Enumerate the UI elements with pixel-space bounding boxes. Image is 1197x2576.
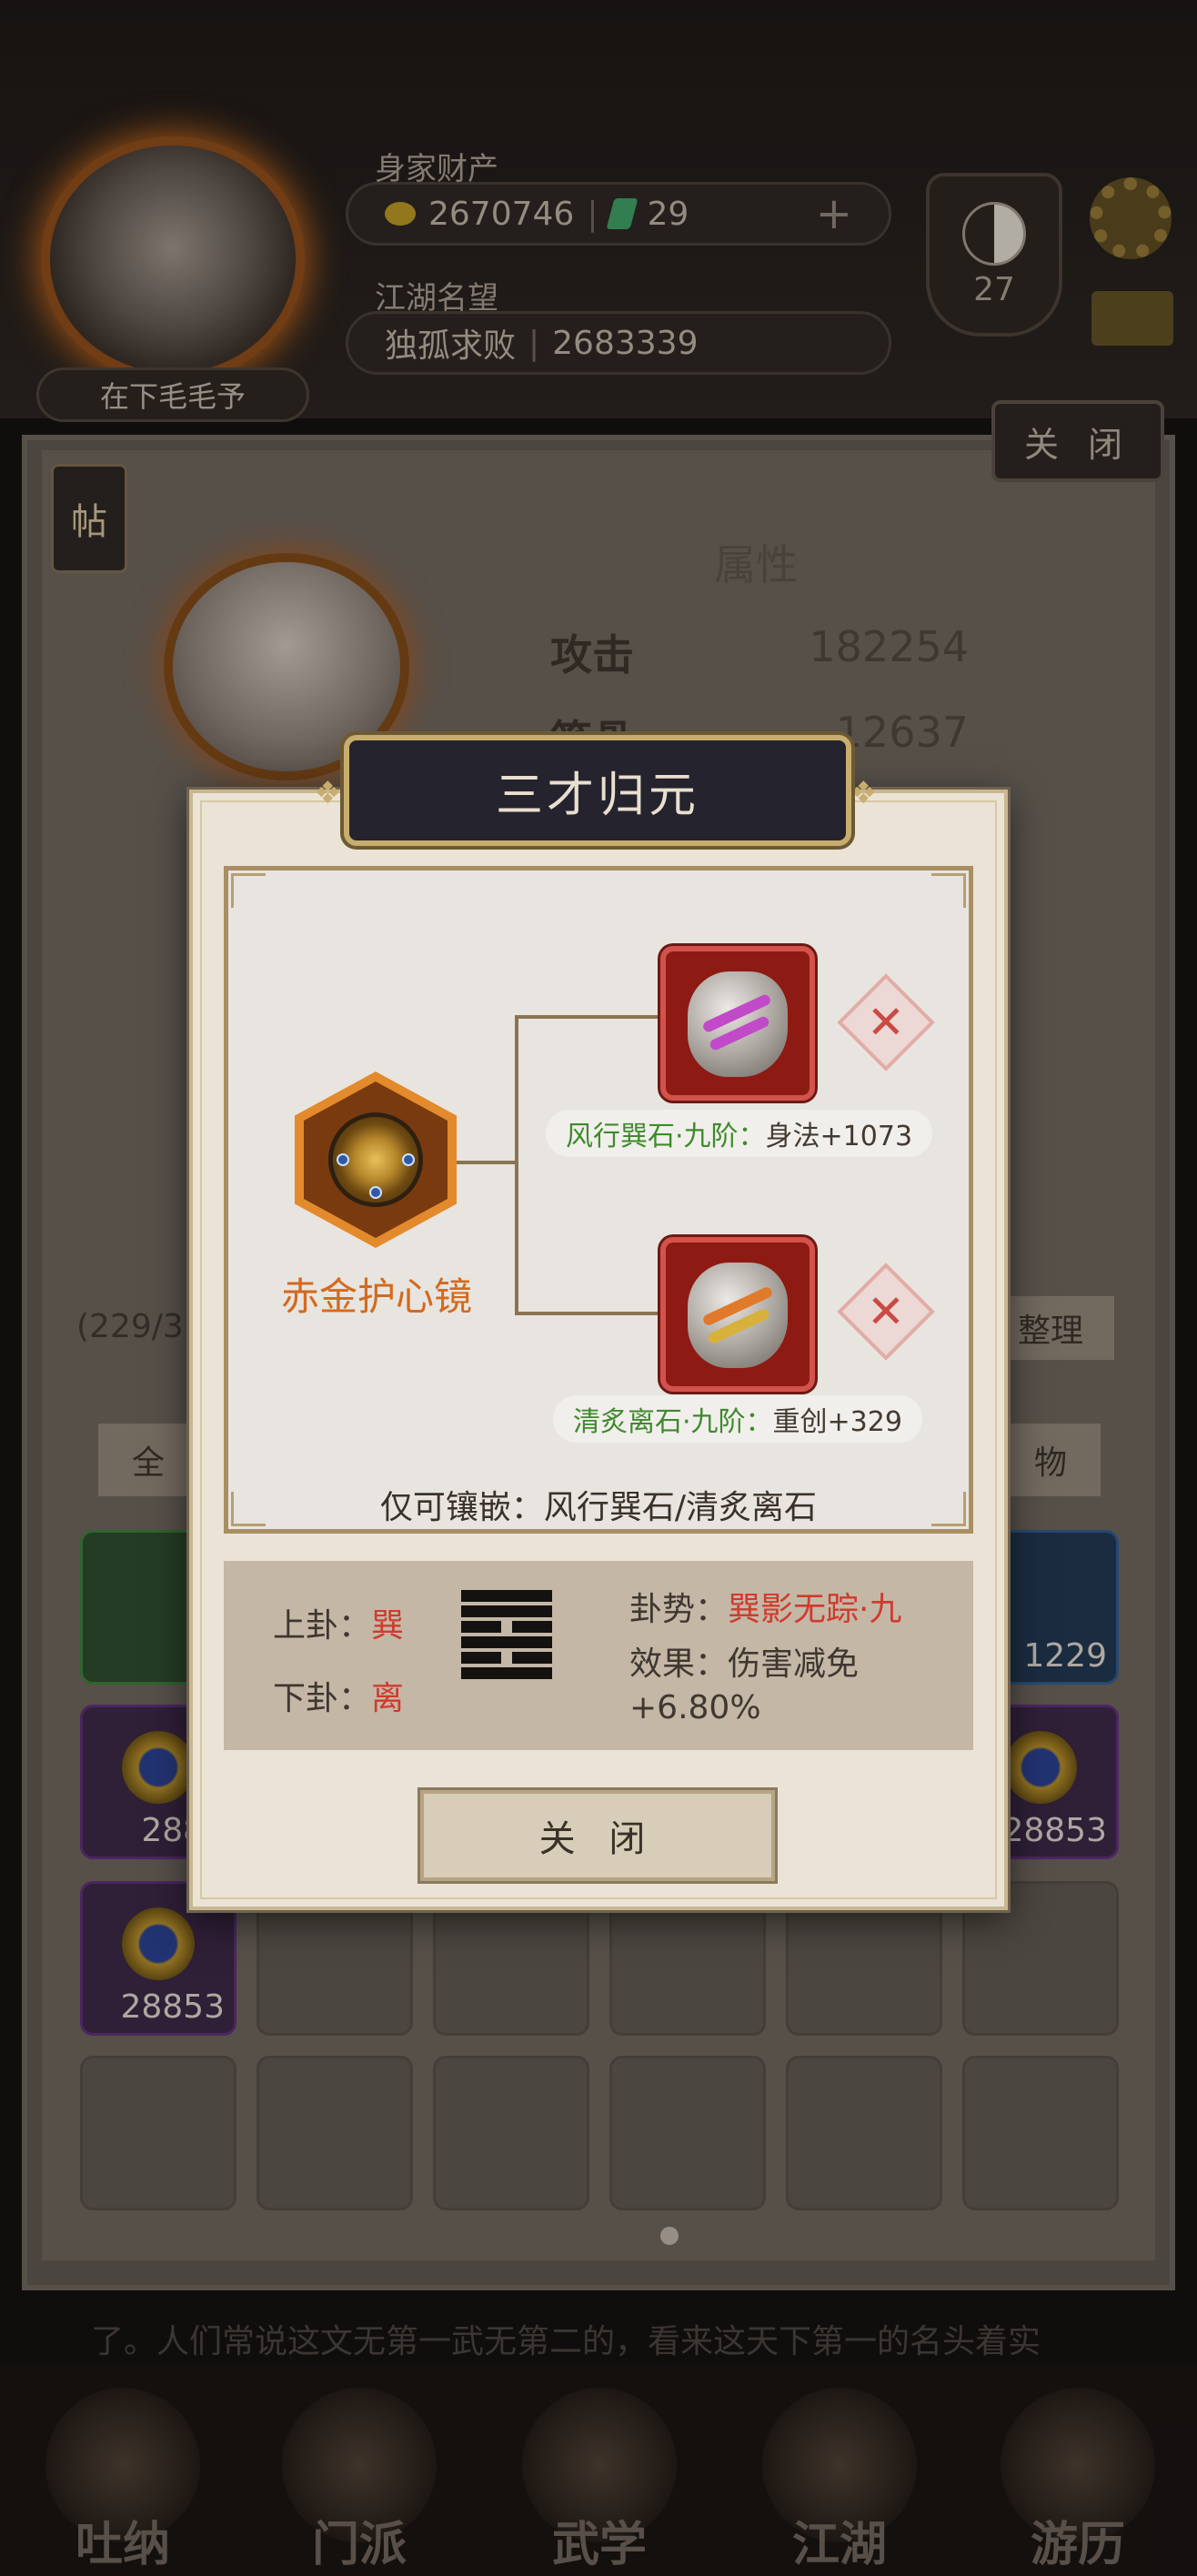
stone-label-lower: 清炙离石·九阶 ： 重创+329: [553, 1395, 922, 1443]
lower-trigram-value: 离: [371, 1680, 405, 1717]
stone-name: 清炙离石·九阶: [573, 1406, 746, 1438]
lower-trigram-label: 下卦：: [273, 1680, 372, 1717]
title-ornament-right-icon: ❖: [850, 775, 878, 811]
effect-text: 效果：伤害减免+6.80%: [629, 1645, 860, 1726]
upper-trigram: 上卦：巽: [273, 1599, 404, 1646]
xun-stone-icon: [688, 971, 788, 1077]
stone-bonus: 重创+329: [772, 1406, 902, 1438]
connector-line: [515, 1015, 660, 1019]
li-stone-icon: [688, 1263, 788, 1368]
equipment-slot[interactable]: [295, 1072, 457, 1248]
stone-slot-lower[interactable]: [660, 1237, 815, 1392]
stone-label-upper: 风行巽石·九阶 ： 身法+1073: [546, 1110, 933, 1157]
corner-ornament: [931, 873, 966, 908]
close-icon: ✕: [867, 996, 905, 1049]
jewel: [402, 1153, 415, 1166]
close-icon: ✕: [867, 1285, 905, 1338]
modal-title: 三才归元: [344, 735, 851, 846]
stone-bonus: 身法+1073: [765, 1121, 913, 1152]
upper-trigram-value: 巽: [371, 1607, 405, 1645]
close-button[interactable]: 关 闭: [420, 1790, 775, 1881]
lower-trigram: 下卦：离: [273, 1672, 404, 1719]
trend-label: 卦势：: [629, 1591, 729, 1628]
trend: 卦势：巽影无踪·九: [629, 1583, 901, 1630]
hexagram-icon: [461, 1590, 552, 1683]
connector-line: [515, 1312, 660, 1315]
jewel: [369, 1186, 382, 1199]
label-colon: ：: [745, 1406, 773, 1438]
inlay-restriction: 仅可镶嵌：风行巽石/清炙离石: [379, 1489, 818, 1526]
stone-name: 风行巽石·九阶: [566, 1121, 739, 1152]
stone-slot-upper[interactable]: [660, 946, 815, 1101]
connector-line: [515, 1015, 518, 1315]
jewel: [337, 1153, 349, 1166]
trend-value: 巽影无踪·九: [728, 1591, 902, 1628]
label-colon: ：: [738, 1121, 766, 1152]
equipment-name: 赤金护心镜: [280, 1274, 472, 1319]
upper-trigram-label: 上卦：: [273, 1607, 372, 1645]
heart-mirror-icon: [333, 1117, 418, 1202]
corner-ornament: [231, 873, 266, 908]
connector-line: [457, 1161, 517, 1164]
